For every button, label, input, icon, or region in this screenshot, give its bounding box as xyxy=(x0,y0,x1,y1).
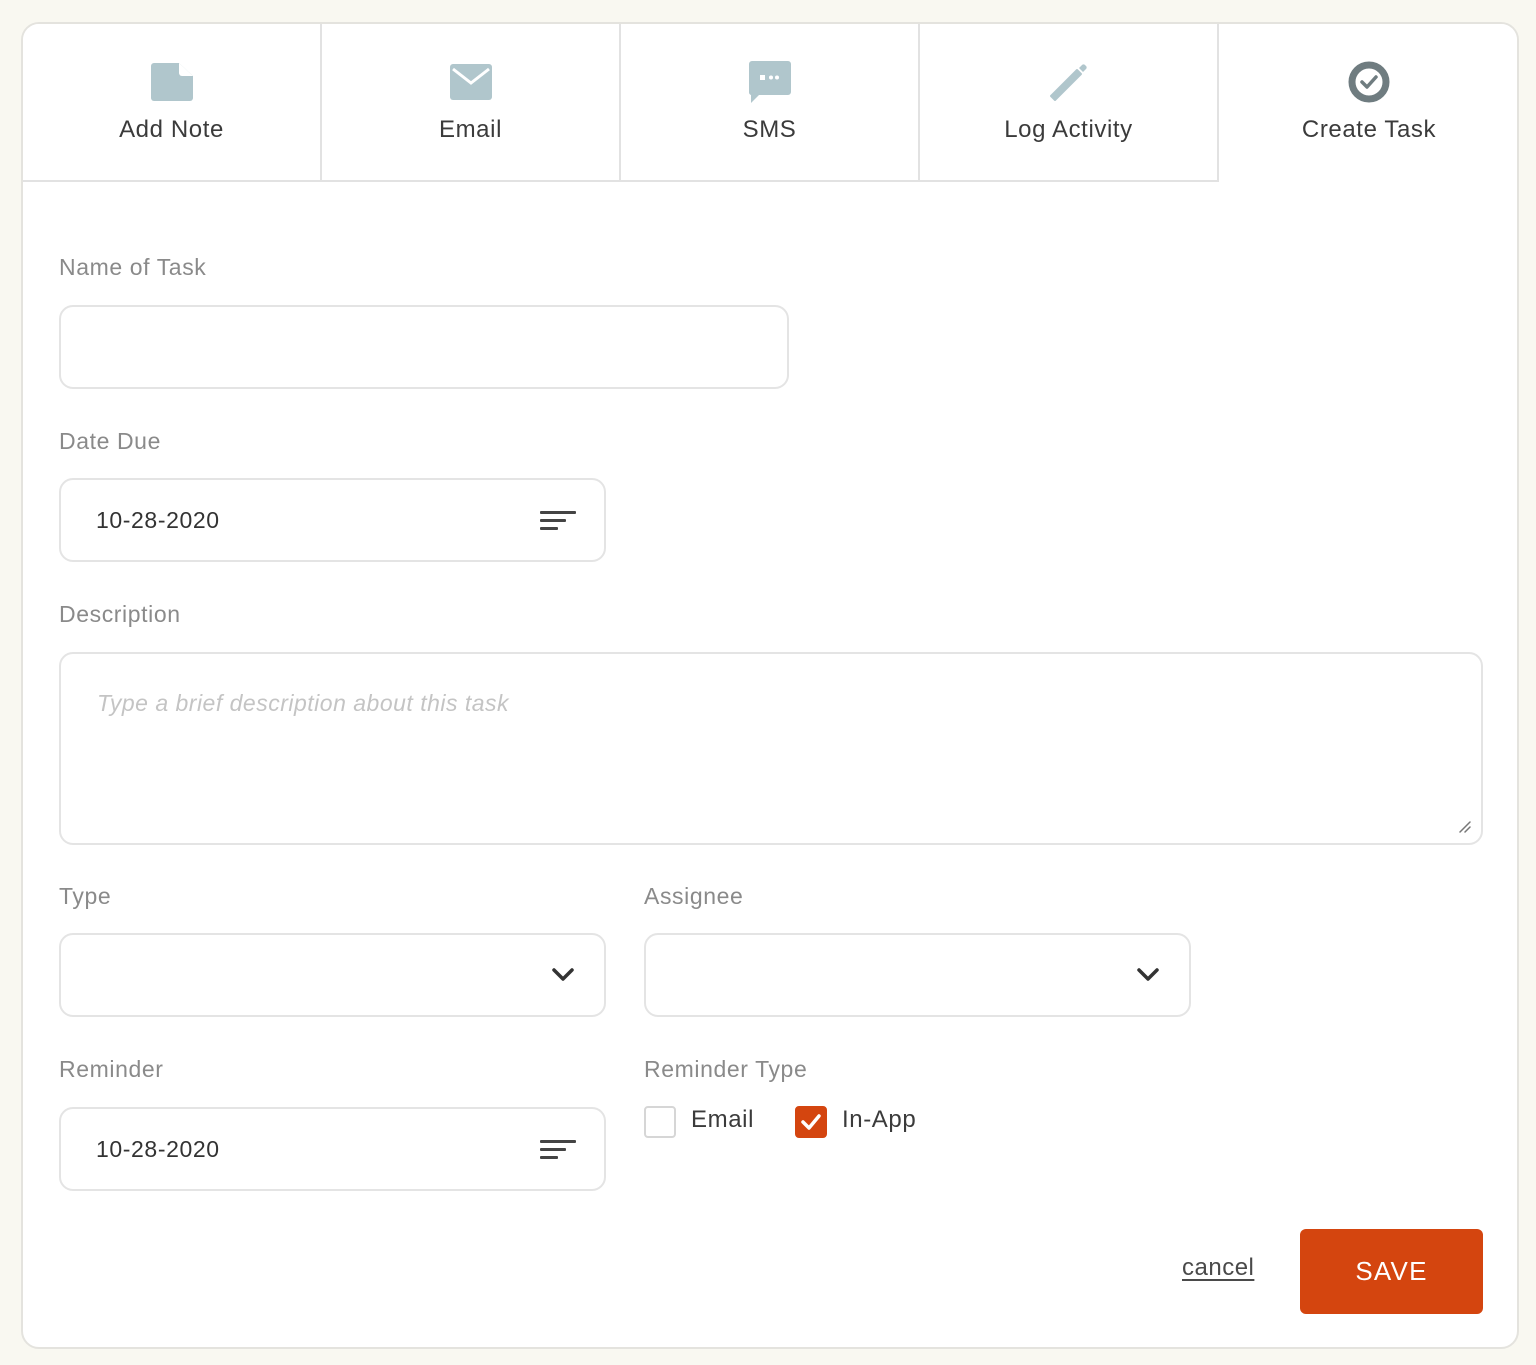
chevron-down-icon xyxy=(1137,968,1159,982)
cancel-button[interactable]: cancel xyxy=(1182,1254,1254,1282)
tab-label: Email xyxy=(438,116,502,143)
name-of-task-field[interactable] xyxy=(61,307,787,387)
resize-handle-icon[interactable] xyxy=(1457,819,1471,833)
tab-label: Add Note xyxy=(119,116,224,143)
reminder-in-app-label[interactable]: In-App xyxy=(842,1106,916,1134)
save-button[interactable]: SAVE xyxy=(1300,1229,1483,1314)
date-due-input[interactable]: 10-28-2020 xyxy=(59,478,606,562)
tab-label: SMS xyxy=(742,116,797,143)
assignee-select[interactable] xyxy=(644,933,1191,1017)
reminder-label: Reminder xyxy=(59,1056,164,1082)
description-textarea[interactable]: Type a brief description about this task xyxy=(59,652,1483,845)
check-circle-icon xyxy=(1347,60,1391,104)
date-due-label: Date Due xyxy=(59,428,161,454)
tab-add-note[interactable]: Add Note xyxy=(23,24,322,182)
tab-email[interactable]: Email xyxy=(322,24,621,182)
pencil-icon xyxy=(1047,60,1091,104)
chat-bubble-icon xyxy=(748,60,792,104)
envelope-icon xyxy=(449,60,493,104)
tab-label: Log Activity xyxy=(1004,116,1133,143)
reminder-type-label: Reminder Type xyxy=(644,1056,808,1082)
tab-sms[interactable]: SMS xyxy=(621,24,920,182)
tab-label: Create Task xyxy=(1301,116,1437,143)
assignee-label: Assignee xyxy=(644,883,744,909)
type-label: Type xyxy=(59,883,112,909)
create-task-panel: Add Note Email SMS Log Activity Create T… xyxy=(21,22,1519,1349)
name-of-task-input[interactable] xyxy=(59,305,789,389)
reminder-value: 10-28-2020 xyxy=(96,1135,220,1162)
description-placeholder: Type a brief description about this task xyxy=(97,690,510,716)
name-of-task-label: Name of Task xyxy=(59,254,207,280)
calendar-lines-icon[interactable] xyxy=(540,1136,576,1162)
tab-create-task[interactable]: Create Task xyxy=(1219,24,1517,182)
date-due-value: 10-28-2020 xyxy=(96,506,220,533)
reminder-input[interactable]: 10-28-2020 xyxy=(59,1107,606,1191)
reminder-email-label[interactable]: Email xyxy=(691,1106,754,1134)
activity-tabs: Add Note Email SMS Log Activity Create T… xyxy=(23,24,1517,182)
chevron-down-icon xyxy=(552,968,574,982)
checkmark-icon xyxy=(801,1114,821,1130)
calendar-lines-icon[interactable] xyxy=(540,507,576,533)
reminder-email-checkbox[interactable] xyxy=(644,1106,676,1138)
tab-log-activity[interactable]: Log Activity xyxy=(920,24,1219,182)
type-select[interactable] xyxy=(59,933,606,1017)
description-label: Description xyxy=(59,601,181,627)
note-icon xyxy=(150,60,194,104)
reminder-in-app-checkbox[interactable] xyxy=(795,1106,827,1138)
